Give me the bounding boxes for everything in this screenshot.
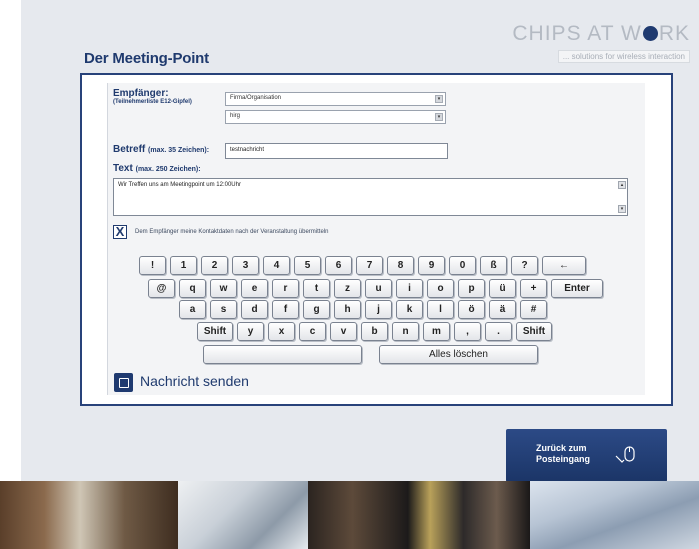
- recipient-sublabel: (Teilnehmerliste E12-Gipfel): [113, 99, 192, 105]
- logo-dot-icon: [642, 26, 658, 41]
- company-select[interactable]: Firma/Organisation ▾: [225, 92, 446, 106]
- form-area: Empfänger: (Teilnehmerliste E12-Gipfel) …: [107, 83, 645, 395]
- key-4[interactable]: 4: [263, 256, 290, 275]
- subject-input[interactable]: testnachricht: [225, 143, 448, 159]
- message-panel: Empfänger: (Teilnehmerliste E12-Gipfel) …: [80, 73, 673, 406]
- key-ö[interactable]: ö: [458, 300, 485, 319]
- key-0[interactable]: 0: [449, 256, 476, 275]
- key-ü[interactable]: ü: [489, 279, 516, 298]
- chevron-down-icon[interactable]: ▾: [435, 113, 443, 121]
- key-e[interactable]: e: [241, 279, 268, 298]
- photo-people: [308, 481, 530, 549]
- message-textarea[interactable]: Wir Treffen uns am Meetingpoint um 12:00…: [113, 178, 628, 216]
- key-+[interactable]: +: [520, 279, 547, 298]
- key-![interactable]: !: [139, 256, 166, 275]
- key-1[interactable]: 1: [170, 256, 197, 275]
- key-3[interactable]: 3: [232, 256, 259, 275]
- key-w[interactable]: w: [210, 279, 237, 298]
- key-2[interactable]: 2: [201, 256, 228, 275]
- key-g[interactable]: g: [303, 300, 330, 319]
- recipient-select[interactable]: hirg ▾: [225, 110, 446, 124]
- key-5[interactable]: 5: [294, 256, 321, 275]
- photo-strip: [0, 481, 699, 549]
- key-comma[interactable]: ,: [454, 322, 481, 341]
- key-shift[interactable]: Shift: [197, 322, 233, 341]
- logo-tagline: ... solutions for wireless interaction: [557, 50, 690, 63]
- key-7[interactable]: 7: [356, 256, 383, 275]
- key-shift[interactable]: Shift: [516, 322, 552, 341]
- brand-logo: CHIPS AT W RK ... solutions for wireless …: [510, 22, 690, 64]
- key-d[interactable]: d: [241, 300, 268, 319]
- key-j[interactable]: j: [365, 300, 392, 319]
- key-#[interactable]: #: [520, 300, 547, 319]
- photo-documents: [178, 481, 308, 549]
- subject-label: Betreff (max. 35 Zeichen):: [113, 144, 210, 155]
- send-icon[interactable]: [114, 373, 133, 392]
- scroll-down-icon[interactable]: ▾: [618, 205, 626, 213]
- key-a[interactable]: a: [179, 300, 206, 319]
- consent-checkbox[interactable]: X: [113, 225, 127, 239]
- key-period[interactable]: .: [485, 322, 512, 341]
- consent-label: Dem Empfänger meine Kontaktdaten nach de…: [135, 229, 329, 235]
- chevron-down-icon[interactable]: ▾: [435, 95, 443, 103]
- key-9[interactable]: 9: [418, 256, 445, 275]
- key-ä[interactable]: ä: [489, 300, 516, 319]
- photo-laptop: [0, 481, 178, 549]
- key-i[interactable]: i: [396, 279, 423, 298]
- key-k[interactable]: k: [396, 300, 423, 319]
- key-y[interactable]: y: [237, 322, 264, 341]
- text-label: Text (max. 250 Zeichen):: [113, 163, 201, 174]
- space-key[interactable]: [203, 345, 362, 364]
- mouse-pointer-icon: [615, 446, 635, 463]
- key-p[interactable]: p: [458, 279, 485, 298]
- key-q[interactable]: q: [179, 279, 206, 298]
- key-8[interactable]: 8: [387, 256, 414, 275]
- key-backspace[interactable]: ←: [542, 256, 586, 275]
- key-?[interactable]: ?: [511, 256, 538, 275]
- back-button-label: Zurück zum Posteingang: [536, 443, 591, 464]
- key-b[interactable]: b: [361, 322, 388, 341]
- key-ß[interactable]: ß: [480, 256, 507, 275]
- key-@[interactable]: @: [148, 279, 175, 298]
- page-title: Der Meeting-Point: [84, 50, 209, 67]
- key-v[interactable]: v: [330, 322, 357, 341]
- key-n[interactable]: n: [392, 322, 419, 341]
- key-s[interactable]: s: [210, 300, 237, 319]
- key-z[interactable]: z: [334, 279, 361, 298]
- key-m[interactable]: m: [423, 322, 450, 341]
- clear-all-button[interactable]: Alles löschen: [379, 345, 538, 364]
- back-to-inbox-button[interactable]: Zurück zum Posteingang: [506, 429, 667, 482]
- key-f[interactable]: f: [272, 300, 299, 319]
- logo-wordmark: CHIPS AT W RK: [512, 22, 690, 45]
- key-l[interactable]: l: [427, 300, 454, 319]
- key-c[interactable]: c: [299, 322, 326, 341]
- send-message-button[interactable]: Nachricht senden: [140, 373, 249, 389]
- key-6[interactable]: 6: [325, 256, 352, 275]
- key-t[interactable]: t: [303, 279, 330, 298]
- key-u[interactable]: u: [365, 279, 392, 298]
- key-x[interactable]: x: [268, 322, 295, 341]
- key-enter[interactable]: Enter: [551, 279, 603, 298]
- scroll-up-icon[interactable]: ▴: [618, 181, 626, 189]
- key-h[interactable]: h: [334, 300, 361, 319]
- key-r[interactable]: r: [272, 279, 299, 298]
- recipient-label: Empfänger:: [113, 88, 169, 99]
- key-o[interactable]: o: [427, 279, 454, 298]
- photo-train: [530, 481, 699, 549]
